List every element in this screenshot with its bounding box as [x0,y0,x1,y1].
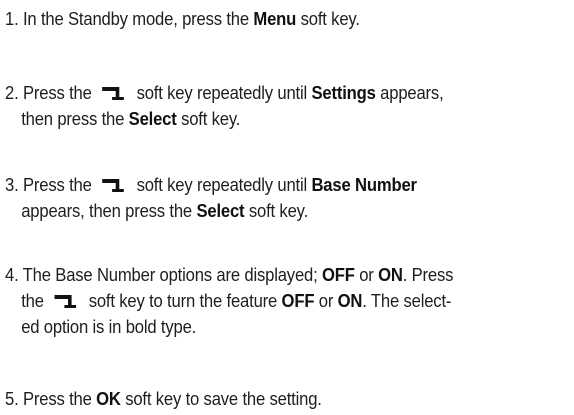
step-text: soft key repeatedly until [132,82,312,103]
step-line: ed option is in bold type. [5,314,514,340]
bold-term: OFF [321,264,355,285]
step-line: 3. Press the soft key repeatedly until B… [5,172,514,198]
step-text: appears, then press the [21,200,197,221]
bold-term: Settings [311,82,376,103]
step-text: soft key repeatedly until [132,174,312,195]
step-text: then press the [21,108,129,129]
step-text: or [354,264,379,285]
bold-term: ON [337,290,363,311]
bold-term: Base Number [311,174,417,195]
step-text: soft key. [176,108,241,129]
step-text: soft key. [244,200,309,221]
down-arrow-soft-key-icon [101,85,128,101]
step-text: soft key. [296,8,360,29]
step-text: 1. In the Standby mode, press the [5,8,254,29]
step-line: 5. Press the OK soft key to save the set… [5,386,514,412]
down-arrow-soft-key-icon [101,177,128,193]
step-text: soft key to turn the feature [84,290,282,311]
step-line: the soft key to turn the feature OFF or … [5,288,514,314]
step-text: 4. The Base Number options are displayed… [5,264,322,285]
bold-term: Select [196,200,245,221]
step-4: 4. The Base Number options are displayed… [5,262,514,340]
step-2: 2. Press the soft key repeatedly until S… [5,80,514,132]
step-5: 5. Press the OK soft key to save the set… [5,386,514,412]
step-text: 3. Press the [5,174,97,195]
step-text: or [314,290,338,311]
down-arrow-soft-key-icon [53,293,80,309]
step-text: the [21,290,49,311]
bold-term: ON [378,264,403,285]
step-line: appears, then press the Select soft key. [5,198,514,224]
step-text: . Press [402,264,454,285]
bold-term: OK [96,388,121,409]
step-line: then press the Select soft key. [5,106,514,132]
step-3: 3. Press the soft key repeatedly until B… [5,172,514,224]
step-line: 2. Press the soft key repeatedly until S… [5,80,514,106]
step-line: 1. In the Standby mode, press the Menu s… [5,6,514,32]
step-text: . The select- [362,290,452,311]
bold-term: Select [128,108,177,129]
step-text: 2. Press the [5,82,97,103]
bold-term: Menu [253,8,297,29]
step-1: 1. In the Standby mode, press the Menu s… [5,6,514,32]
step-text: 5. Press the [5,388,97,409]
step-text: appears, [375,82,444,103]
step-text: soft key to save the setting. [120,388,322,409]
step-text: ed option is in bold type. [21,316,197,337]
bold-term: OFF [281,290,315,311]
step-line: 4. The Base Number options are displayed… [5,262,514,288]
instruction-steps: 1. In the Standby mode, press the Menu s… [0,0,574,415]
